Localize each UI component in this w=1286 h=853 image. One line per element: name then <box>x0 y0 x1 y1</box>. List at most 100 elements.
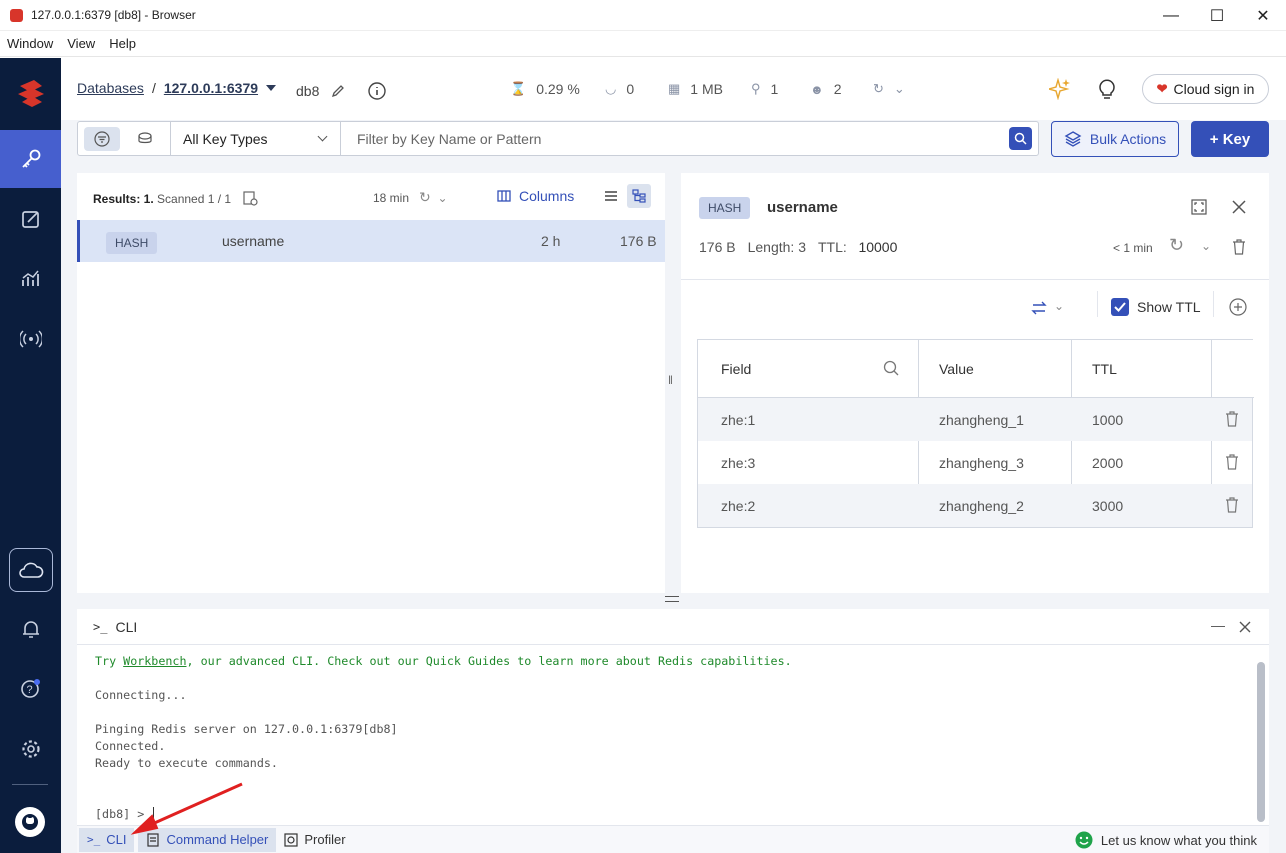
cli-header: >_ CLI — <box>77 609 1269 645</box>
detail-divider <box>681 279 1269 280</box>
refresh-icon[interactable]: ↻ <box>419 189 431 205</box>
scan-settings-icon[interactable] <box>242 190 259 206</box>
cli-scrollbar[interactable] <box>1257 662 1265 822</box>
feedback-link[interactable]: Let us know what you think <box>1075 831 1257 849</box>
menu-window[interactable]: Window <box>0 36 60 51</box>
info-icon[interactable] <box>367 81 387 101</box>
detail-key-name[interactable]: username <box>767 199 838 216</box>
nav-workbench[interactable] <box>0 190 61 248</box>
cli-prompt-line[interactable]: [db8] > <box>95 806 1245 823</box>
columns-button[interactable]: Columns <box>497 188 574 204</box>
lightbulb-icon[interactable] <box>1097 78 1117 100</box>
cloud-button[interactable] <box>9 548 53 592</box>
detail-type-badge: HASH <box>699 197 751 219</box>
key-filter-input[interactable]: Filter by Key Name or Pattern <box>341 122 1038 155</box>
bell-icon <box>22 621 39 638</box>
chevron-down-icon[interactable]: ⌄ <box>437 191 447 205</box>
chevron-down-icon[interactable] <box>266 85 277 91</box>
detail-ttl[interactable]: TTL: 10000 <box>818 239 897 255</box>
auto-refresh-control[interactable]: ↻ ⌄ <box>873 81 905 97</box>
add-field-icon[interactable] <box>1229 298 1247 316</box>
delete-icon[interactable] <box>1225 411 1239 427</box>
expand-icon[interactable] <box>1191 199 1207 215</box>
sparkle-icon[interactable] <box>1049 78 1071 100</box>
databases-link[interactable]: Databases <box>77 80 144 96</box>
filter-view-button[interactable] <box>84 126 120 151</box>
cloud-sign-in-button[interactable]: ❤ Cloud sign in <box>1142 74 1269 104</box>
bulk-actions-label: Bulk Actions <box>1089 131 1167 147</box>
nav-settings[interactable] <box>0 720 61 778</box>
nav-browser[interactable] <box>0 130 61 188</box>
pencil-icon[interactable] <box>331 84 345 98</box>
profiler-label: Profiler <box>304 832 346 847</box>
keys-value: 1 <box>770 81 779 97</box>
chevron-down-icon[interactable]: ⌄ <box>894 81 905 97</box>
show-ttl-checkbox[interactable]: Show TTL <box>1111 298 1201 316</box>
delete-icon[interactable] <box>1232 239 1246 255</box>
close-icon[interactable] <box>1232 200 1246 214</box>
cli-output: Try Workbench, our advanced CLI. Check o… <box>95 653 1245 823</box>
delete-icon[interactable] <box>1225 497 1239 513</box>
list-refresh: 18 min ↻ ⌄ <box>373 189 448 206</box>
cli-cursor[interactable] <box>153 807 162 821</box>
field-cell: zhe:1 <box>721 412 756 428</box>
list-view-button[interactable] <box>599 184 623 208</box>
filter-placeholder: Filter by Key Name or Pattern <box>357 130 542 147</box>
key-row[interactable]: HASH username 2 h 176 B <box>77 220 665 262</box>
nav-help[interactable]: ? <box>0 660 61 718</box>
search-icon[interactable] <box>883 360 899 376</box>
refresh-icon[interactable]: ↻ <box>873 81 884 97</box>
ttl-cell[interactable]: 2000 <box>1092 455 1123 471</box>
ttl-cell[interactable]: 1000 <box>1092 412 1123 428</box>
github-icon[interactable] <box>15 807 45 837</box>
vertical-resize-handle[interactable]: ‖ <box>668 373 674 393</box>
nav-analysis[interactable] <box>0 250 61 308</box>
cli-line: Connecting... <box>95 688 187 702</box>
key-type-select[interactable]: All Key Types <box>171 122 341 155</box>
profiler-tab[interactable]: Profiler <box>276 828 353 852</box>
detail-ttl-value[interactable]: 10000 <box>858 239 897 255</box>
cloud-icon <box>19 562 44 578</box>
add-key-button[interactable]: + Key <box>1191 121 1269 157</box>
menu-view[interactable]: View <box>60 36 102 51</box>
hash-fields-table: Field Value TTL zhe:1 zhangheng_1 1000 z… <box>697 339 1254 528</box>
value-cell[interactable]: zhangheng_2 <box>939 498 1024 514</box>
menu-help[interactable]: Help <box>102 36 143 51</box>
workbench-link[interactable]: Workbench <box>123 654 186 668</box>
value-cell[interactable]: zhangheng_3 <box>939 455 1024 471</box>
terminal-icon: >_ <box>93 619 108 634</box>
checkbox-checked-icon <box>1111 298 1129 316</box>
close-icon[interactable] <box>1239 621 1251 633</box>
minimize-icon[interactable]: — <box>1211 617 1225 633</box>
ttl-cell[interactable]: 3000 <box>1092 498 1123 514</box>
table-row[interactable]: zhe:3 zhangheng_3 2000 <box>698 441 1252 484</box>
horizontal-resize-handle[interactable] <box>665 596 679 602</box>
minimize-button[interactable]: — <box>1148 0 1194 31</box>
chevron-down-icon[interactable]: ⌄ <box>1054 299 1064 313</box>
bulk-actions-button[interactable]: Bulk Actions <box>1051 121 1179 157</box>
delete-icon[interactable] <box>1225 454 1239 470</box>
search-button[interactable] <box>1009 127 1032 150</box>
redis-logo-icon[interactable] <box>14 76 48 110</box>
search-view-button[interactable] <box>128 127 164 151</box>
key-ttl: 2 h <box>541 233 561 249</box>
nav-pubsub[interactable] <box>0 310 61 368</box>
connection-name[interactable]: 127.0.0.1:6379 <box>164 80 258 96</box>
format-switch-icon[interactable] <box>1031 301 1047 315</box>
field-cell: zhe:3 <box>721 455 756 471</box>
tree-view-button[interactable] <box>627 184 651 208</box>
command-helper-tab[interactable]: Command Helper <box>138 827 277 852</box>
cli-tab[interactable]: >_ CLI <box>79 827 135 852</box>
refresh-icon[interactable]: ↻ <box>1169 235 1184 256</box>
value-cell[interactable]: zhangheng_1 <box>939 412 1024 428</box>
cli-intro-try: Try <box>95 654 124 668</box>
breadcrumb-separator: / <box>151 80 156 96</box>
nav-notifications[interactable] <box>0 600 61 658</box>
results-label: Results: 1. <box>93 192 154 206</box>
cli-line: Ready to execute commands. <box>95 756 278 770</box>
table-row[interactable]: zhe:2 zhangheng_2 3000 <box>698 484 1252 527</box>
close-window-button[interactable]: ✕ <box>1240 0 1286 31</box>
table-row[interactable]: zhe:1 zhangheng_1 1000 <box>698 398 1252 441</box>
maximize-button[interactable]: ☐ <box>1194 0 1240 31</box>
chevron-down-icon[interactable]: ⌄ <box>1201 239 1211 253</box>
